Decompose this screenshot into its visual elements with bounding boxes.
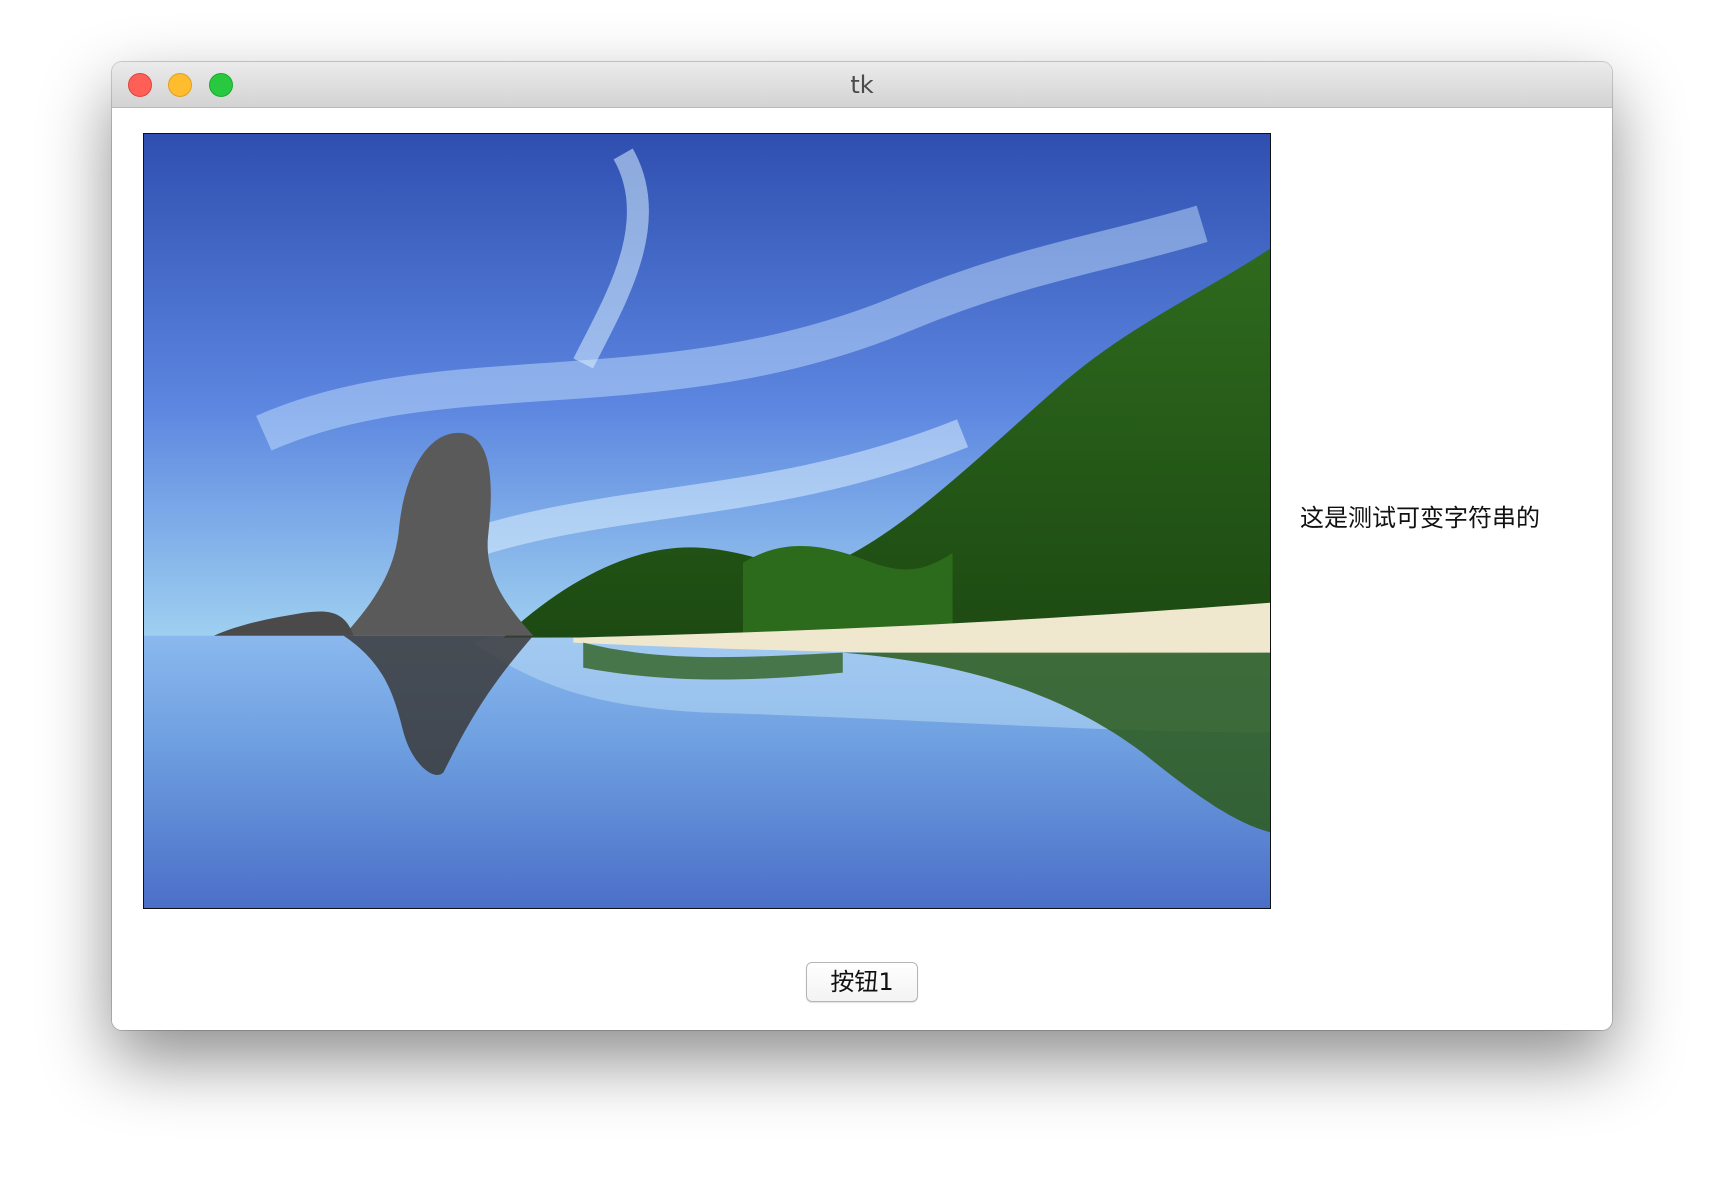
window-title: tk <box>850 71 874 99</box>
button-1[interactable]: 按钮1 <box>806 962 918 1002</box>
landscape-photo <box>143 133 1271 909</box>
app-window: tk 这是测试可变字符串的 按钮1 <box>112 62 1612 1030</box>
window-content: 这是测试可变字符串的 按钮1 <box>112 108 1612 1030</box>
variable-string-label: 这是测试可变字符串的 <box>1300 504 1540 532</box>
title-bar[interactable]: tk <box>112 62 1612 108</box>
